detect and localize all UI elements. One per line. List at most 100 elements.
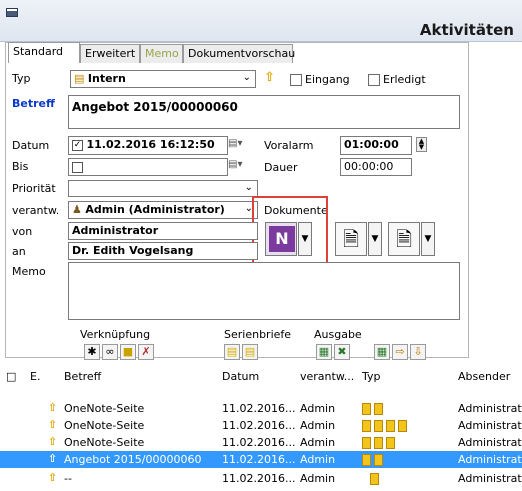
- row-datum: 11.02.2016...: [222, 472, 296, 485]
- erledigt-checkbox[interactable]: [368, 74, 380, 86]
- tab-memo[interactable]: Memo: [140, 44, 183, 63]
- document-icon: [386, 420, 395, 432]
- verantw-select[interactable]: ♟ Admin (Administrator) ⌄: [68, 201, 258, 219]
- chevron-down-icon: ⌄: [244, 182, 253, 193]
- onenote-dropdown-button[interactable]: ▼: [298, 222, 312, 256]
- von-input[interactable]: Administrator: [68, 222, 258, 240]
- new-document-dropdown-button[interactable]: ▼: [421, 222, 435, 256]
- serial-letter-icon[interactable]: ▤: [224, 344, 240, 360]
- bis-input[interactable]: [68, 158, 228, 176]
- new-document-icon[interactable]: 🗎: [388, 222, 420, 256]
- table-row[interactable]: ⇧ OneNote-Seite 11.02.2016... Admin Admi…: [0, 417, 522, 434]
- new-document-icon[interactable]: 🗎: [335, 222, 367, 256]
- voralarm-value: 01:00:00: [344, 138, 399, 151]
- document-icon: [374, 403, 383, 415]
- an-input[interactable]: Dr. Edith Vogelsang: [68, 242, 258, 260]
- von-value: Administrator: [72, 224, 159, 237]
- betreff-input[interactable]: Angebot 2015/00000060: [68, 95, 460, 129]
- new-document-dropdown-button[interactable]: ▼: [368, 222, 382, 256]
- open-folder-icon[interactable]: ■: [120, 344, 136, 360]
- verantw-label: verantw.: [12, 204, 60, 217]
- row-typ-icons: [362, 436, 398, 449]
- table-row-selected[interactable]: ⇧ Angebot 2015/00000060 11.02.2016... Ad…: [0, 451, 522, 468]
- priority-arrow-icon: ⇧: [48, 452, 58, 465]
- export-excel-icon[interactable]: ▦: [316, 344, 332, 360]
- chevron-down-icon: ⌄: [242, 72, 251, 83]
- priority-arrow-icon: ⇧: [48, 471, 58, 484]
- column-header-typ[interactable]: Typ: [362, 370, 381, 383]
- row-datum: 11.02.2016...: [222, 402, 296, 415]
- window-icon: [6, 8, 18, 17]
- betreff-label: Betreff: [12, 97, 55, 110]
- typ-select[interactable]: ▤ Intern ⌄: [70, 70, 256, 88]
- print-icon[interactable]: ▦: [374, 344, 390, 360]
- priority-arrow-icon[interactable]: ⇧: [264, 70, 275, 85]
- voralarm-spinner[interactable]: ▲ ▼: [416, 137, 427, 152]
- link-icon[interactable]: ∞: [102, 344, 118, 360]
- row-betreff: OneNote-Seite: [64, 436, 145, 449]
- prioritaet-label: Priorität: [12, 182, 56, 195]
- column-header-absender[interactable]: Absender: [458, 370, 510, 383]
- intern-icon: [362, 454, 371, 466]
- column-header-e[interactable]: E.: [30, 370, 40, 383]
- calendar-dropdown-icon[interactable]: ▤▾: [228, 138, 242, 149]
- erledigt-label: Erledigt: [383, 73, 426, 86]
- document-icon: [386, 437, 395, 449]
- table-row[interactable]: ⇧ -- 11.02.2016... Admin Administrato: [0, 470, 522, 487]
- intern-icon: [362, 420, 371, 432]
- tab-erweitert[interactable]: Erweitert: [80, 44, 140, 63]
- memo-label: Memo: [12, 265, 46, 278]
- select-all-checkbox[interactable]: □: [6, 370, 16, 383]
- serienbriefe-label: Serienbriefe: [224, 328, 292, 341]
- export-icon[interactable]: ⇨: [392, 344, 408, 360]
- tab-standard[interactable]: Standard: [8, 42, 80, 63]
- document-icon: [374, 420, 383, 432]
- row-datum: 11.02.2016...: [222, 453, 296, 466]
- row-typ-icons: [362, 453, 386, 466]
- dauer-label: Dauer: [264, 161, 298, 174]
- voralarm-input[interactable]: 01:00:00: [340, 136, 412, 155]
- datum-input[interactable]: ✓ 11.02.2016 16:12:50: [68, 136, 228, 155]
- intern-icon: [362, 403, 371, 415]
- verknuepfung-label: Verknüpfung: [80, 328, 151, 341]
- row-verantw: Admin: [300, 453, 336, 466]
- unlink-icon[interactable]: ✗: [138, 344, 154, 360]
- dauer-input[interactable]: 00:00:00: [340, 158, 412, 176]
- row-betreff: --: [64, 472, 72, 485]
- tab-dokumentvorschau[interactable]: Dokumentvorschau: [183, 44, 295, 63]
- memo-textarea[interactable]: [68, 262, 460, 320]
- bis-checkbox[interactable]: [72, 161, 83, 173]
- eingang-checkbox[interactable]: [290, 74, 302, 86]
- row-datum: 11.02.2016...: [222, 436, 296, 449]
- an-label: an: [12, 245, 26, 258]
- onenote-icon: N: [269, 226, 295, 252]
- betreff-value: Angebot 2015/00000060: [72, 100, 238, 114]
- prioritaet-select[interactable]: ⌄: [68, 180, 258, 197]
- typ-value: Intern: [87, 72, 126, 85]
- onenote-button[interactable]: N: [265, 222, 297, 256]
- serial-letter-edit-icon[interactable]: ▤: [242, 344, 258, 360]
- row-absender: Administrato: [458, 402, 522, 415]
- row-datum: 11.02.2016...: [222, 419, 296, 432]
- column-header-datum[interactable]: Datum: [222, 370, 259, 383]
- column-header-betreff[interactable]: Betreff: [64, 370, 101, 383]
- new-link-icon[interactable]: ✱: [84, 344, 100, 360]
- column-header-verantw[interactable]: verantw...: [300, 370, 354, 383]
- row-absender: Administrato: [458, 472, 522, 485]
- priority-arrow-icon: ⇧: [48, 418, 58, 431]
- calendar-dropdown-icon[interactable]: ▤▾: [228, 159, 242, 170]
- intern-icon: [362, 437, 371, 449]
- row-betreff: OneNote-Seite: [64, 419, 145, 432]
- table-row[interactable]: ⇧ OneNote-Seite 11.02.2016... Admin Admi…: [0, 434, 522, 451]
- dauer-value: 00:00:00: [344, 160, 394, 173]
- export-excel-icon[interactable]: ✖: [334, 344, 350, 360]
- import-icon[interactable]: ⇩: [410, 344, 426, 360]
- row-typ-icons: [370, 472, 382, 485]
- row-absender: Administrato: [458, 436, 522, 449]
- document-icon: [398, 420, 407, 432]
- window-title: Aktivitäten: [419, 21, 514, 39]
- table-row[interactable]: ⇧ OneNote-Seite 11.02.2016... Admin Admi…: [0, 400, 522, 417]
- datum-checkbox[interactable]: ✓: [72, 139, 83, 151]
- voralarm-label: Voralarm: [264, 139, 314, 152]
- document-icon: [370, 473, 379, 485]
